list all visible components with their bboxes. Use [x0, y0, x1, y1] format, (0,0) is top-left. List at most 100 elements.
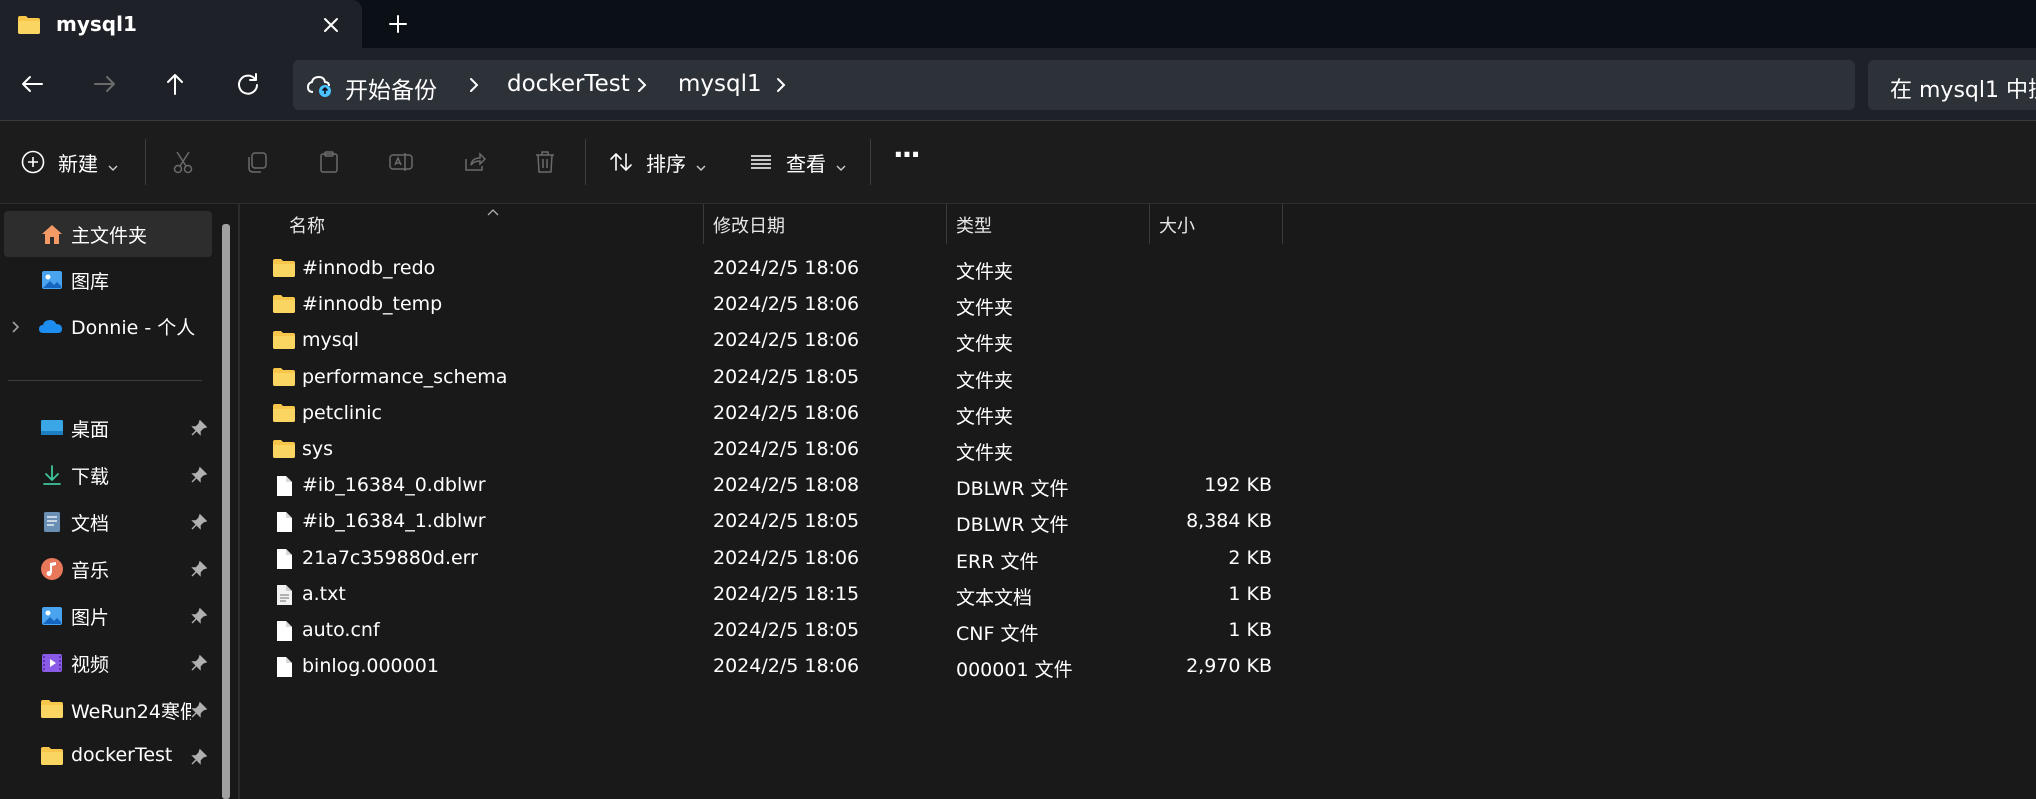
more-options-icon[interactable]: ··· — [893, 138, 921, 171]
sidebar-item-label: dockerTest — [71, 744, 173, 766]
file-type: ERR 文件 — [956, 550, 1039, 573]
chevron-right-icon[interactable] — [774, 77, 788, 93]
pin-icon[interactable] — [190, 654, 208, 672]
document-icon — [40, 510, 64, 534]
file-size: 1 KB — [1228, 619, 1272, 641]
file-date: 2024/2/5 18:06 — [713, 257, 860, 279]
pin-icon[interactable] — [190, 419, 208, 437]
breadcrumb-item[interactable]: mysql1 — [678, 71, 762, 97]
tab-mysql1[interactable]: mysql1 — [0, 0, 362, 48]
pin-icon[interactable] — [190, 466, 208, 484]
column-header-type[interactable]: 类型 — [947, 204, 1149, 244]
file-name: performance_schema — [302, 365, 508, 388]
column-label: 大小 — [1159, 216, 1195, 237]
new-button[interactable]: 新建 — [12, 121, 132, 203]
file-date: 2024/2/5 18:06 — [713, 329, 860, 352]
view-button[interactable]: 查看 — [740, 121, 850, 203]
file-type: 000001 文件 — [956, 659, 1073, 682]
file-date: 2024/2/5 18:05 — [713, 619, 860, 641]
sidebar-item-pictures[interactable]: 图片 — [0, 593, 212, 639]
folder-icon — [272, 438, 296, 462]
up-arrow-icon[interactable] — [159, 68, 191, 100]
back-arrow-icon[interactable] — [16, 68, 48, 100]
toolbar-separator — [145, 139, 146, 185]
file-type: 文本文档 — [956, 586, 1033, 609]
column-label: 修改日期 — [713, 216, 785, 237]
sidebar-item-dockertest[interactable]: dockerTest — [0, 734, 212, 780]
file-name: auto.cnf — [302, 619, 380, 641]
refresh-icon[interactable] — [232, 68, 264, 100]
column-label: 名称 — [289, 216, 325, 237]
sidebar-item-videos[interactable]: 视频 — [0, 640, 212, 686]
file-type: 文件夹 — [956, 369, 1014, 392]
folder-icon — [40, 698, 64, 722]
file-name: 21a7c359880d.err — [302, 546, 478, 569]
sidebar-item-label: 文档 — [71, 513, 110, 535]
view-list-icon — [748, 149, 774, 175]
sidebar-item-label: Donnie - 个人 — [71, 317, 196, 339]
new-tab-icon[interactable] — [385, 11, 411, 37]
file-icon — [272, 510, 296, 534]
folder-icon — [272, 366, 296, 390]
file-date: 2024/2/5 18:05 — [713, 365, 860, 388]
file-date: 2024/2/5 18:06 — [713, 401, 860, 424]
chevron-right-icon[interactable] — [635, 77, 649, 93]
file-name: sys — [302, 438, 334, 460]
file-type: 文件夹 — [956, 442, 1014, 464]
pin-icon[interactable] — [190, 513, 208, 531]
pin-icon[interactable] — [190, 607, 208, 625]
view-label: 查看 — [786, 152, 826, 176]
sidebar-item-home[interactable]: 主文件夹 — [4, 211, 212, 257]
folder-icon — [272, 257, 296, 281]
cut-icon[interactable] — [170, 149, 196, 175]
music-icon — [40, 557, 64, 581]
breadcrumb-item[interactable]: 开始备份 — [345, 71, 437, 105]
sidebar-item-gallery[interactable]: 图库 — [0, 257, 212, 303]
file-date: 2024/2/5 18:06 — [713, 546, 860, 569]
chevron-down-icon — [696, 157, 706, 171]
sidebar-scrollbar[interactable] — [222, 224, 230, 799]
sidebar-item-desktop[interactable]: 桌面 — [0, 405, 212, 451]
file-date: 2024/2/5 18:08 — [713, 474, 860, 497]
share-icon[interactable] — [461, 149, 487, 175]
pane-divider[interactable] — [238, 204, 240, 799]
pin-icon[interactable] — [190, 701, 208, 719]
chevron-right-icon[interactable] — [10, 319, 22, 333]
file-row[interactable]: binlog.000001 2024/2/5 18:06 000001 文件 2,97… — [244, 645, 2036, 692]
sidebar-item-label: WeRun24寒假 — [71, 701, 191, 723]
file-type: 文件夹 — [956, 333, 1014, 356]
file-type: DBLWR 文件 — [956, 478, 1069, 501]
file-type: 文件夹 — [956, 297, 1014, 320]
close-icon[interactable] — [318, 12, 344, 38]
chevron-down-icon — [836, 157, 846, 171]
chevron-right-icon[interactable] — [467, 77, 481, 93]
onedrive-icon — [38, 314, 62, 338]
column-header-date[interactable]: 修改日期 — [704, 204, 946, 244]
search-input[interactable]: 在 mysql1 中搜 — [1868, 60, 2036, 110]
column-header-size[interactable]: 大小 — [1150, 204, 1282, 244]
delete-icon[interactable] — [532, 149, 558, 175]
sidebar-item-music[interactable]: 音乐 — [0, 546, 212, 592]
pin-icon[interactable] — [190, 748, 208, 766]
sort-label: 排序 — [646, 152, 686, 176]
navigation-bar: 开始备份 dockerTest mysql1 在 mysql1 中搜 — [0, 48, 2036, 120]
forward-arrow-icon[interactable] — [89, 68, 121, 100]
address-bar[interactable]: 开始备份 dockerTest mysql1 — [293, 60, 1855, 110]
file-date: 2024/2/5 18:06 — [713, 655, 860, 678]
sort-button[interactable]: 排序 — [600, 121, 710, 203]
sidebar-item-onedrive[interactable]: Donnie - 个人 — [0, 303, 212, 349]
sidebar-item-werun[interactable]: WeRun24寒假 — [0, 687, 212, 733]
column-header-name[interactable]: 名称 — [244, 204, 703, 244]
copy-icon[interactable] — [244, 149, 270, 175]
sidebar-item-downloads[interactable]: 下载 — [0, 452, 212, 498]
pin-icon[interactable] — [190, 560, 208, 578]
sidebar-item-documents[interactable]: 文档 — [0, 499, 212, 545]
file-icon — [272, 655, 296, 679]
column-separator[interactable] — [1282, 204, 1283, 244]
file-date: 2024/2/5 18:15 — [713, 582, 860, 605]
file-size: 2 KB — [1228, 546, 1272, 569]
rename-icon[interactable] — [388, 149, 414, 175]
paste-icon[interactable] — [316, 149, 342, 175]
breadcrumb-item[interactable]: dockerTest — [507, 71, 630, 97]
file-name: #innodb_temp — [302, 293, 443, 316]
